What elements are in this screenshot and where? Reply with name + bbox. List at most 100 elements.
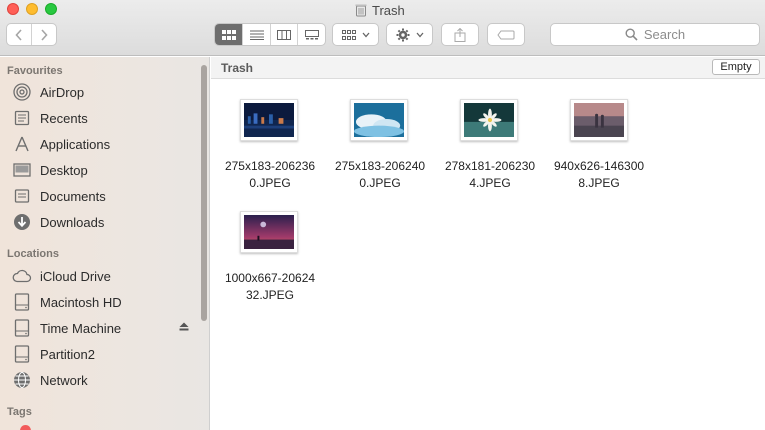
group-by-button[interactable] — [332, 23, 379, 46]
empty-trash-button[interactable]: Empty — [712, 59, 760, 75]
toolbar: Trash Search — [0, 0, 765, 56]
sidebar-item-time-machine[interactable]: Time Machine — [12, 316, 197, 340]
zoom-window-button[interactable] — [45, 3, 57, 15]
columns-icon — [277, 29, 292, 40]
sidebar-item-label: Downloads — [40, 214, 105, 230]
path-bar: Trash Empty — [211, 57, 765, 79]
hard-drive-icon — [12, 292, 32, 312]
file-thumbnail — [240, 211, 298, 253]
gallery-icon — [304, 29, 319, 39]
file-item[interactable]: 275x183-206236 0.JPEG — [215, 96, 325, 196]
close-window-button[interactable] — [7, 3, 19, 15]
sidebar-item-applications[interactable]: Applications — [12, 132, 197, 156]
share-button[interactable] — [441, 23, 479, 46]
tags-heading: Tags — [7, 406, 32, 418]
file-name-line2: 4.JPEG — [469, 176, 511, 190]
trash-icon — [355, 4, 367, 17]
documents-icon — [12, 186, 32, 206]
action-button[interactable] — [386, 23, 433, 46]
sidebar-item-downloads[interactable]: Downloads — [12, 210, 197, 234]
file-name-line2: 8.JPEG — [578, 176, 620, 190]
recents-icon — [12, 108, 32, 128]
desktop-icon — [12, 160, 32, 180]
icon-view-button[interactable] — [215, 24, 243, 45]
view-mode-selector — [214, 23, 326, 46]
image-thumbnail — [354, 103, 404, 137]
tag-red-dot[interactable] — [20, 425, 31, 430]
chevron-left-icon — [15, 28, 22, 41]
file-thumbnail — [350, 99, 408, 141]
edit-tags-button[interactable] — [487, 23, 525, 46]
file-thumbnail — [460, 99, 518, 141]
sidebar-scrollbar[interactable] — [201, 65, 207, 321]
file-name-line1: 275x183-206236 — [224, 159, 316, 173]
file-name-line1: 1000x667-20624 — [224, 271, 316, 285]
network-icon — [12, 370, 32, 390]
file-thumbnail — [570, 99, 628, 141]
file-name: 275x183-206236 0.JPEG — [215, 158, 325, 192]
search-icon — [625, 28, 638, 41]
downloads-icon — [12, 212, 32, 232]
file-item[interactable]: 1000x667-20624 32.JPEG — [215, 208, 325, 308]
sidebar-item-label: Partition2 — [40, 346, 95, 362]
sidebar-item-label: Applications — [40, 136, 111, 152]
airdrop-icon — [12, 82, 32, 102]
column-view-button[interactable] — [269, 24, 298, 45]
sidebar-item-recents[interactable]: Recents — [12, 106, 197, 130]
eject-icon[interactable] — [179, 322, 189, 334]
sidebar: Favourites AirDrop Recents Applications … — [0, 57, 210, 430]
sidebar-item-documents[interactable]: Documents — [12, 184, 197, 208]
list-view-button[interactable] — [242, 24, 270, 45]
file-name-line2: 0.JPEG — [359, 176, 401, 190]
sidebar-item-airdrop[interactable]: AirDrop — [12, 80, 197, 104]
applications-icon — [12, 134, 32, 154]
list-icon — [249, 30, 264, 40]
chevron-right-icon — [41, 28, 48, 41]
minimize-window-button[interactable] — [26, 3, 38, 15]
file-item[interactable]: 940x626-146300 8.JPEG — [544, 96, 654, 196]
sidebar-item-label: Time Machine — [40, 320, 122, 336]
icon-grid-icon — [221, 29, 236, 40]
image-thumbnail — [574, 103, 624, 137]
file-thumbnail — [240, 99, 298, 141]
folder-title: Trash — [221, 61, 254, 75]
sidebar-item-label: AirDrop — [40, 84, 85, 100]
sidebar-item-label: Network — [40, 372, 88, 388]
sidebar-item-desktop[interactable]: Desktop — [12, 158, 197, 182]
image-thumbnail — [244, 215, 294, 249]
sidebar-item-label: iCloud Drive — [40, 268, 111, 284]
time-machine-icon — [12, 318, 32, 338]
sidebar-item-label: Recents — [40, 110, 88, 126]
sidebar-item-partition2[interactable]: Partition2 — [12, 342, 197, 366]
gear-icon — [396, 28, 409, 41]
image-thumbnail — [464, 103, 514, 137]
file-item[interactable]: 275x183-206240 0.JPEG — [325, 96, 435, 196]
search-field[interactable]: Search — [550, 23, 760, 46]
gallery-view-button[interactable] — [297, 24, 325, 45]
file-name-line1: 275x183-206240 — [334, 159, 426, 173]
forward-button[interactable] — [31, 24, 56, 45]
icloud-icon — [12, 266, 32, 286]
sidebar-item-label: Macintosh HD — [40, 294, 122, 310]
file-name-line1: 940x626-146300 — [553, 159, 645, 173]
back-button[interactable] — [7, 24, 31, 45]
navigation-buttons — [6, 23, 57, 46]
file-name: 275x183-206240 0.JPEG — [325, 158, 435, 192]
hard-drive-icon — [12, 344, 32, 364]
window-title-text: Trash — [372, 2, 405, 18]
file-name: 940x626-146300 8.JPEG — [544, 158, 654, 192]
image-thumbnail — [244, 103, 294, 137]
file-name: 278x181-206230 4.JPEG — [435, 158, 545, 192]
file-item[interactable]: 278x181-206230 4.JPEG — [435, 96, 545, 196]
sidebar-item-macintosh-hd[interactable]: Macintosh HD — [12, 290, 197, 314]
sidebar-item-label: Desktop — [40, 162, 88, 178]
chevron-down-icon — [416, 32, 423, 37]
locations-heading: Locations — [7, 248, 59, 260]
file-name-line2: 0.JPEG — [249, 176, 291, 190]
sidebar-item-network[interactable]: Network — [12, 368, 197, 392]
sidebar-item-icloud-drive[interactable]: iCloud Drive — [12, 264, 197, 288]
tag-icon — [497, 30, 515, 39]
search-placeholder: Search — [643, 27, 686, 42]
sidebar-item-label: Documents — [40, 188, 106, 204]
chevron-down-icon — [362, 32, 369, 37]
